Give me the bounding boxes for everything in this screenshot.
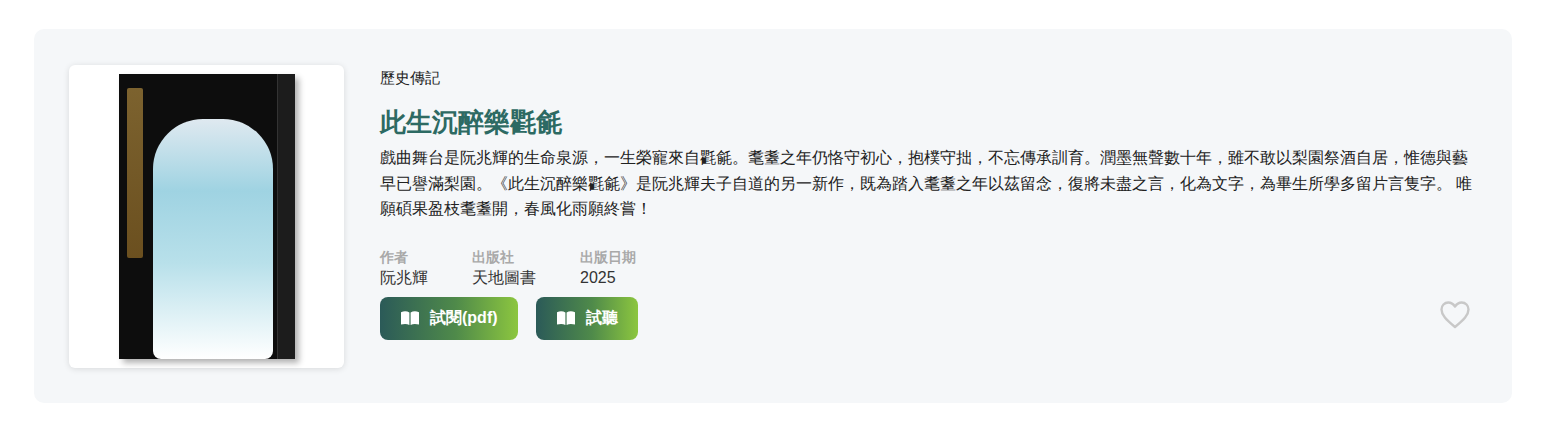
button-label: 試閱(pdf) (430, 306, 498, 330)
meta-value: 2025 (580, 266, 636, 290)
meta-label: 出版日期 (580, 248, 636, 266)
book-meta: 作者阮兆輝 出版社天地圖書 出版日期2025 (380, 248, 1476, 290)
book-cover[interactable] (69, 65, 344, 368)
preview-read-button[interactable]: 試閱(pdf) (380, 297, 518, 340)
book-category[interactable]: 歷史傳記 (380, 68, 1476, 88)
meta-value: 天地圖書 (472, 266, 536, 290)
book-info: 歷史傳記此生沉醉樂氍毹戲曲舞台是阮兆輝的生命泉源，一生榮寵來自氍毹。耄耋之年仍恪… (380, 65, 1476, 368)
heart-icon[interactable] (1438, 299, 1472, 331)
meta-value: 阮兆輝 (380, 266, 428, 290)
cover-photo (119, 74, 295, 359)
action-row: 試閱(pdf) 試聽 (380, 290, 1476, 340)
cover-title-area (127, 88, 143, 258)
meta-label: 作者 (380, 248, 428, 266)
cover-figure (153, 119, 273, 359)
book-icon (556, 310, 576, 326)
action-buttons: 試閱(pdf) 試聽 (380, 297, 638, 340)
book-card: 歷史傳記此生沉醉樂氍毹戲曲舞台是阮兆輝的生命泉源，一生榮寵來自氍毹。耄耋之年仍恪… (34, 29, 1512, 403)
meta-item: 出版社天地圖書 (472, 248, 536, 290)
meta-item: 出版日期2025 (580, 248, 636, 290)
button-label: 試聽 (586, 306, 618, 330)
preview-listen-button[interactable]: 試聽 (536, 297, 638, 340)
book-spine (277, 74, 295, 359)
meta-label: 出版社 (472, 248, 536, 266)
book-icon (400, 310, 420, 326)
meta-item: 作者阮兆輝 (380, 248, 428, 290)
book-title[interactable]: 此生沉醉樂氍毹 (380, 105, 1476, 139)
book-description: 戲曲舞台是阮兆輝的生命泉源，一生榮寵來自氍毹。耄耋之年仍恪守初心，抱樸守拙，不忘… (380, 145, 1476, 222)
